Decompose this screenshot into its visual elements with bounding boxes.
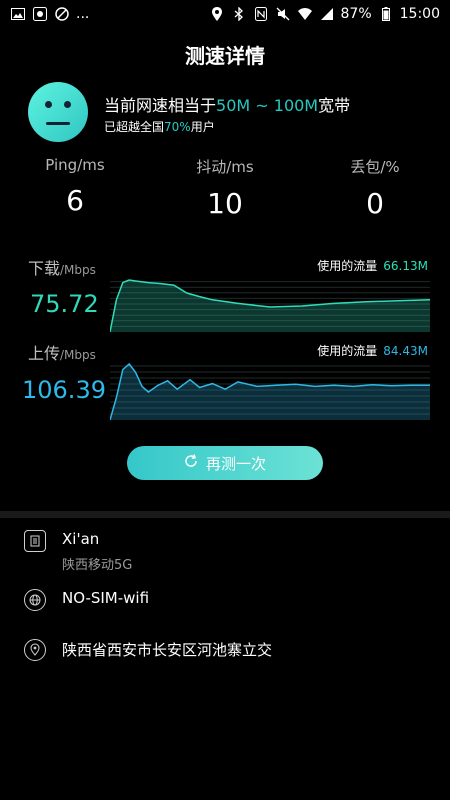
face-mouth	[46, 122, 70, 125]
network-row: NO-SIM-wifi	[24, 589, 149, 611]
carrier-name: 陕西移动5G	[62, 558, 133, 573]
blocked-icon	[54, 6, 70, 22]
download-chart	[110, 279, 430, 332]
metric-jitter: 抖动/ms 10	[150, 156, 300, 220]
download-title: 下载	[28, 259, 61, 278]
metric-label: 抖动/ms	[196, 158, 254, 176]
status-bar: ... 87% 15:00	[0, 0, 450, 28]
upload-label: 上传/Mbps	[28, 340, 96, 364]
mute-icon	[275, 6, 291, 22]
clock: 15:00	[399, 6, 440, 22]
upload-speed: 106.39	[22, 376, 106, 404]
metric-label: 丢包/%	[350, 158, 400, 176]
download-unit: /Mbps	[60, 263, 96, 277]
upload-usage-label: 使用的流量	[317, 344, 378, 358]
metric-value: 0	[366, 187, 384, 220]
location-primary: Xi'an	[62, 530, 100, 548]
beat-percent-line: 已超越全国70%用户	[104, 118, 215, 135]
download-usage-value: 66.13M	[383, 259, 428, 273]
wifi-icon	[297, 6, 313, 22]
location-row: Xi'an 陕西移动5G	[24, 530, 132, 573]
app-icon	[32, 6, 48, 22]
network-name: NO-SIM-wifi	[62, 589, 150, 607]
speed-range: 50M ~ 100M	[216, 96, 319, 115]
battery-percent: 87%	[340, 6, 372, 22]
address-row: 陕西省西安市长安区河池寨立交	[24, 639, 272, 661]
upload-usage-value: 84.43M	[383, 344, 428, 358]
page-title: 测速详情	[185, 44, 265, 68]
metric-ping: Ping/ms 6	[0, 156, 150, 220]
metrics-row: Ping/ms 6 抖动/ms 10 丢包/% 0	[0, 156, 450, 220]
image-icon	[10, 6, 26, 22]
download-label: 下载/Mbps	[28, 255, 96, 279]
beat-prefix: 已超越全国	[104, 120, 165, 134]
battery-icon	[378, 6, 394, 22]
metric-label: Ping/ms	[45, 156, 105, 174]
location-text: Xi'an 陕西移动5G	[62, 530, 132, 573]
beat-suffix: 用户	[190, 120, 215, 134]
retest-label: 再测一次	[205, 454, 266, 473]
location-pin-icon	[24, 639, 46, 661]
upload-unit: /Mbps	[60, 348, 96, 362]
bluetooth-icon	[231, 6, 247, 22]
signal-icon	[319, 6, 335, 22]
upload-chart	[110, 362, 430, 420]
address-text: 陕西省西安市长安区河池寨立交	[62, 641, 273, 659]
upload-usage: 使用的流量 84.43M	[317, 342, 428, 359]
more-notifications: ...	[76, 6, 90, 22]
metric-value: 10	[207, 187, 243, 220]
download-speed: 75.72	[30, 290, 99, 318]
download-usage: 使用的流量 66.13M	[317, 257, 428, 274]
retest-button[interactable]: 再测一次	[127, 446, 323, 480]
status-right: 87% 15:00	[209, 6, 440, 22]
face-right-eye	[64, 101, 71, 108]
neutral-face-icon	[28, 82, 88, 142]
refresh-icon	[184, 454, 198, 472]
speed-equivalent: 当前网速相当于50M ~ 100M宽带	[104, 92, 350, 116]
globe-icon	[24, 589, 46, 611]
location-icon	[209, 6, 225, 22]
section-divider	[0, 511, 450, 518]
download-usage-label: 使用的流量	[317, 259, 378, 273]
face-left-eye	[45, 101, 52, 108]
status-left: ...	[10, 6, 89, 22]
beat-percent: 70%	[164, 120, 191, 134]
metric-value: 6	[66, 184, 84, 217]
chart-area	[110, 280, 430, 332]
speed-suffix: 宽带	[318, 96, 351, 115]
upload-title: 上传	[28, 344, 61, 363]
sim-card-icon	[24, 530, 46, 552]
metric-packet-loss: 丢包/% 0	[300, 156, 450, 220]
speed-prefix: 当前网速相当于	[104, 96, 217, 115]
nfc-icon	[253, 6, 269, 22]
